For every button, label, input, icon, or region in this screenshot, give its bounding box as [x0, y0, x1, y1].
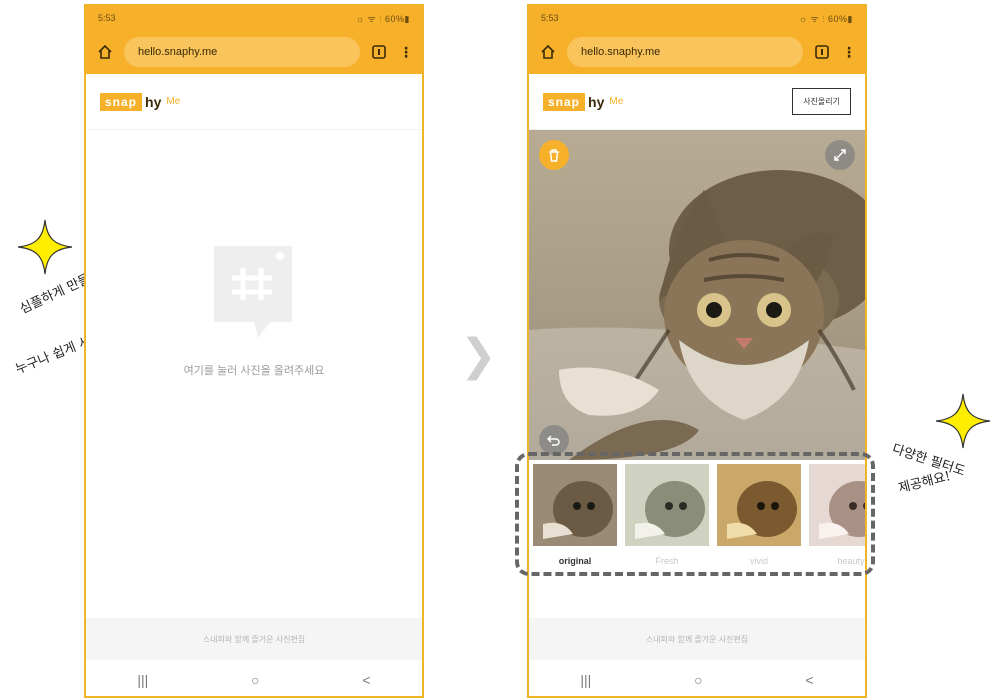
browser-toolbar: hello.snaphy.me ⋮	[529, 30, 865, 74]
delete-photo-button[interactable]	[539, 140, 569, 170]
image-placeholder-icon	[214, 246, 292, 338]
filter-highlight-box	[515, 452, 875, 576]
upload-area[interactable]: 여기를 눌러 사진을 올려주세요	[86, 130, 422, 618]
sparkle-icon-left	[17, 219, 73, 275]
logo-snap: snap	[100, 92, 143, 111]
chevron-right-icon: ❯	[460, 331, 497, 380]
home-icon[interactable]	[537, 41, 559, 63]
trash-icon	[549, 149, 559, 162]
snaphy-logo[interactable]: snap hy Me	[100, 92, 181, 111]
status-time: 5:53	[98, 13, 116, 23]
app-header: snap hy Me 사진올리기	[529, 74, 865, 130]
back-button[interactable]: <	[362, 672, 370, 688]
android-nav-bar: ||| ○ <	[529, 660, 865, 696]
footer-text: 스내피와 함께 즐거운 사진편집	[645, 634, 749, 644]
phone-screen-right: 5:53 ☼ ᯤ ⫶ 60%▮ hello.snaphy.me ⋮ snap h…	[527, 4, 867, 698]
sparkle-icon-right	[935, 393, 991, 449]
home-button[interactable]: ○	[694, 672, 702, 688]
back-button[interactable]: <	[805, 672, 813, 688]
phone-screen-left: 5:53 ☼ ᯤ ⫶ 60%▮ hello.snaphy.me ⋮ snap h…	[84, 4, 424, 698]
home-button[interactable]: ○	[251, 672, 259, 688]
home-icon[interactable]	[94, 41, 116, 63]
status-icons: ☼ ᯤ ⫶ 60%▮	[355, 13, 410, 24]
recent-apps-button[interactable]: |||	[580, 672, 591, 688]
status-bar: 5:53 ☼ ᯤ ⫶ 60%▮	[529, 6, 865, 30]
app-header: snap hy Me	[86, 74, 422, 130]
recent-apps-button[interactable]: |||	[137, 672, 148, 688]
cat-photo	[529, 130, 865, 460]
more-menu-icon[interactable]: ⋮	[841, 41, 857, 63]
logo-me: Me	[609, 96, 624, 107]
tabs-icon[interactable]	[368, 41, 390, 63]
footer-bar: 스내피와 함께 즐거운 사진편집	[529, 618, 865, 660]
footer-text: 스내피와 함께 즐거운 사진편집	[202, 634, 306, 644]
android-nav-bar: ||| ○ <	[86, 660, 422, 696]
status-time: 5:53	[541, 13, 559, 23]
footer-bar: 스내피와 함께 즐거운 사진편집	[86, 618, 422, 660]
upload-photo-button[interactable]: 사진올리기	[792, 88, 851, 115]
annotation-right-line2: 제공해요!	[896, 469, 953, 497]
snaphy-logo[interactable]: snap hy Me	[543, 92, 624, 111]
logo-hy: hy	[145, 93, 162, 110]
screenshot-canvas: 심플하게 만들어서 누구나 쉽게 사용 가능! 5:53 ☼ ᯤ ⫶ 60%▮ …	[0, 0, 1003, 698]
undo-icon	[547, 435, 560, 446]
address-bar[interactable]: hello.snaphy.me	[124, 37, 360, 67]
logo-hy: hy	[588, 93, 605, 110]
upload-prompt-text: 여기를 눌러 사진을 올려주세요	[183, 365, 325, 377]
logo-snap: snap	[543, 92, 586, 111]
expand-photo-button[interactable]	[825, 140, 855, 170]
status-icons: ☼ ᯤ ⫶ 60%▮	[798, 13, 853, 24]
expand-icon	[834, 149, 846, 161]
more-menu-icon[interactable]: ⋮	[398, 41, 414, 63]
tabs-icon[interactable]	[811, 41, 833, 63]
browser-toolbar: hello.snaphy.me ⋮	[86, 30, 422, 74]
status-bar: 5:53 ☼ ᯤ ⫶ 60%▮	[86, 6, 422, 30]
undo-button[interactable]	[539, 425, 569, 455]
address-bar[interactable]: hello.snaphy.me	[567, 37, 803, 67]
logo-me: Me	[166, 96, 181, 107]
